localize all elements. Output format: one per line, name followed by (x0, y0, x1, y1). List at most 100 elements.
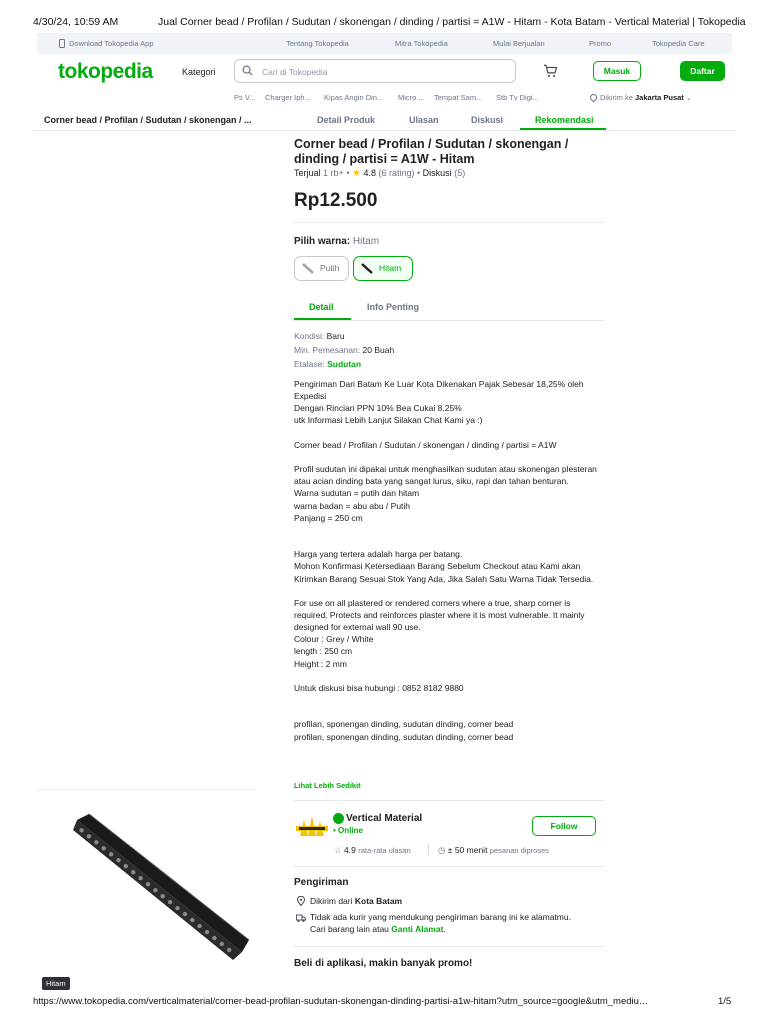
shipping-title: Pengiriman (294, 877, 349, 888)
print-page-number: 1/5 (718, 996, 732, 1007)
perforation-hole (212, 935, 217, 941)
search-suggestion[interactable]: Kipas Angin Din... (324, 93, 383, 102)
perforation-hole (197, 923, 202, 929)
top-info-bar: Download Tokopedia App Tentang Tokopedia… (37, 33, 732, 54)
perforation-hole (108, 852, 114, 857)
shop-logo[interactable] (296, 814, 328, 836)
description-line: Panjang = 250 cm (294, 512, 363, 523)
see-less-link[interactable]: Lihat Lebih Sedikit (294, 781, 361, 790)
perforation-hole (94, 840, 99, 845)
divider (294, 946, 604, 947)
divider (294, 866, 604, 867)
perforation-hole (160, 894, 165, 899)
description-line (294, 670, 604, 682)
search-icon (242, 65, 253, 76)
sticky-product-title: Corner bead / Profilan / Sudutan / skone… (44, 115, 252, 125)
product-meta: Terjual 1 rb+ • ★ 4.8 (6 rating) • Disku… (294, 168, 466, 179)
clock-icon: ◷ (438, 845, 446, 855)
truck-icon (296, 914, 306, 922)
search-suggestion[interactable]: Micro ... (398, 93, 425, 102)
tabbar-divider (33, 130, 735, 131)
perforation-hole (131, 870, 136, 875)
perforation-hole (153, 888, 158, 893)
description-line: profilan, sponengan dinding, sudutan din… (294, 719, 514, 730)
description-line: warna badan = abu abu / Putih (294, 500, 411, 511)
location-pin-icon (588, 92, 599, 103)
variant-chip-hitam[interactable]: Hitam (353, 256, 413, 281)
topbar-link-mitra[interactable]: Mitra Tokopedia (395, 39, 448, 48)
product-price: Rp12.500 (294, 190, 378, 211)
perforation-hole (167, 899, 173, 905)
perforation-hole (79, 828, 84, 833)
tab-ulasan[interactable]: Ulasan (409, 115, 439, 125)
kategori-menu[interactable]: Kategori (182, 67, 216, 77)
perforation-hole (86, 834, 92, 839)
product-title: Corner bead / Profilan / Sudutan / skone… (294, 137, 569, 166)
description-line (294, 536, 604, 548)
description-line: profilan, sponengan dinding, sudutan din… (294, 731, 514, 742)
perforation-hole (175, 905, 180, 911)
product-image[interactable] (37, 789, 255, 979)
topbar-link-mulai[interactable]: Mulai Berjualan (493, 39, 545, 48)
download-app-link[interactable]: Download Tokopedia App (59, 39, 154, 48)
shipping-origin: Dikirim dari Kota Batam (310, 896, 403, 906)
topbar-link-care[interactable]: Tokopedia Care (652, 39, 705, 48)
stats-divider (428, 844, 429, 856)
corner-bead-thumb-icon (361, 263, 373, 274)
shop-name[interactable]: Vertical Material (346, 813, 422, 824)
description-line: Warna sudutan = putih dan hitam (294, 488, 420, 499)
tab-detail-produk[interactable]: Detail Produk (317, 115, 375, 125)
masuk-button[interactable]: Masuk (593, 61, 641, 81)
perforation-hole (190, 917, 195, 923)
shipping-notice: Tidak ada kurir yang mendukung pengirima… (310, 912, 571, 934)
search-suggestion[interactable]: Tempat Sam... (434, 93, 482, 102)
tab-rekomendasi[interactable]: Rekomendasi (535, 115, 594, 125)
power-merchant-badge-icon (333, 813, 344, 824)
corner-bead-image (73, 813, 250, 960)
delivery-location[interactable]: Dikirim ke Jakarta Pusat ⌄ (588, 92, 693, 103)
variant-label: Pilih warna: Hitam (294, 236, 380, 247)
ganti-alamat-link[interactable]: Ganti Alamat (391, 924, 443, 934)
app-promo-text: Beli di aplikasi, makin banyak promo! (294, 958, 473, 969)
tab-info-penting[interactable]: Info Penting (367, 302, 419, 312)
description-line: Colour : Grey / White (294, 634, 374, 645)
search-suggestion[interactable]: Stb Tv Digi... (496, 93, 539, 102)
topbar-link-tentang[interactable]: Tentang Tokopedia (286, 39, 349, 48)
follow-button[interactable]: Follow (532, 816, 596, 836)
description-line: Harga yang tertera adalah harga per bata… (294, 549, 463, 560)
description-line (294, 706, 604, 718)
topbar-link-promo[interactable]: Promo (589, 39, 611, 48)
location-pin-icon (296, 896, 306, 906)
perforation-hole (116, 858, 121, 863)
print-url: https://www.tokopedia.com/verticalmateri… (33, 996, 649, 1007)
daftar-button[interactable]: Daftar (680, 61, 725, 81)
cart-icon[interactable] (543, 64, 558, 78)
description-line (294, 694, 604, 706)
tokopedia-logo[interactable]: tokopedia (58, 60, 153, 84)
divider (294, 320, 604, 321)
discussion-count-link[interactable]: (5) (454, 168, 465, 178)
etalase-link[interactable]: Sudutan (327, 359, 361, 369)
perforation-hole (182, 911, 188, 917)
description-line: utk Informasi Lebih Lanjut Silakan Chat … (294, 415, 483, 426)
perforation-hole (227, 947, 232, 953)
search-suggestion[interactable]: Charger Iph... (265, 93, 311, 102)
description-line: Corner bead / Profilan / Sudutan / skone… (294, 439, 557, 450)
rating-count-link[interactable]: (6 rating) (378, 168, 414, 178)
tab-detail[interactable]: Detail (309, 302, 334, 312)
phone-icon (59, 39, 65, 48)
description-line: Mohon Konfirmasi Ketersediaan Barang Seb… (294, 561, 594, 584)
search-suggestion[interactable]: Ps V... (234, 93, 255, 102)
variant-chip-putih[interactable]: Putih (294, 256, 349, 281)
spec-min-pemesanan: Min. Pemesanan: 20 Buah (294, 345, 395, 355)
perforation-hole (138, 876, 143, 881)
description-line (294, 427, 604, 439)
chevron-down-icon: ⌄ (685, 93, 693, 102)
description-line: Profil sudutan ini dipakai untuk menghas… (294, 464, 597, 487)
description-line (294, 585, 604, 597)
product-description: Pengiriman Dari Batam Ke Luar Kota Diken… (294, 378, 604, 743)
perforation-hole (204, 929, 210, 935)
tab-diskusi[interactable]: Diskusi (471, 115, 503, 125)
spec-etalase: Etalase: Sudutan (294, 359, 362, 369)
shop-online-status: • Online (333, 826, 363, 835)
